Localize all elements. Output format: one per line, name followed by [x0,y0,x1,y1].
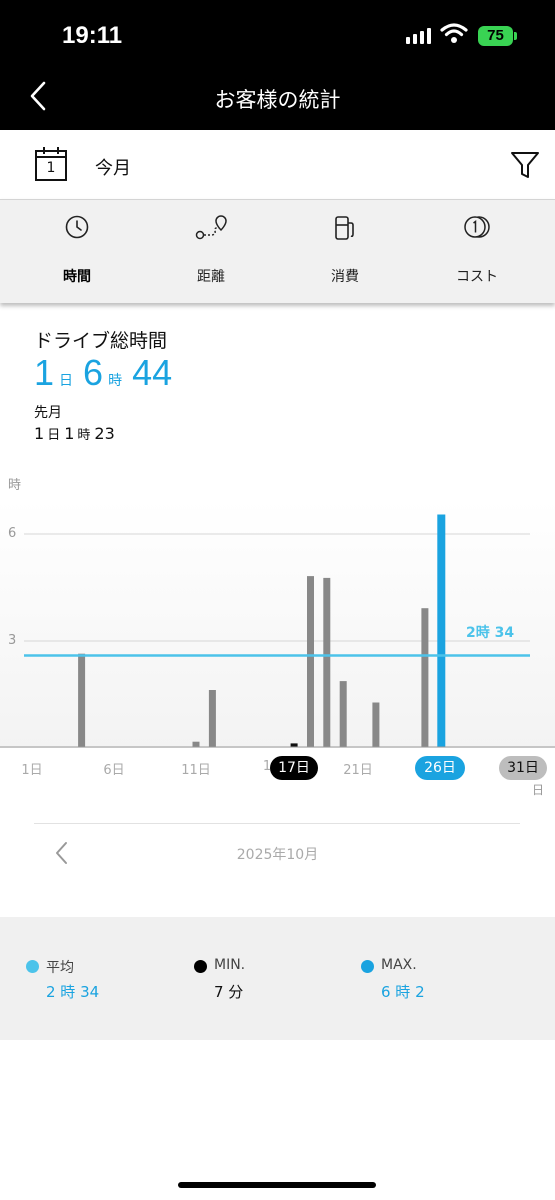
selected-day-pill[interactable]: 17日 [270,756,318,780]
bar-day-18[interactable] [307,576,314,747]
legend-min-name: MIN. [214,957,246,973]
bar-day-12[interactable] [208,690,216,747]
legend-max-value: 6 時 2 [381,983,425,1001]
bar-day-20[interactable] [339,681,347,747]
bar-day-11[interactable] [192,741,200,747]
bar-day-22[interactable] [372,702,380,748]
bar-day-19[interactable] [323,577,331,747]
last-day-pill[interactable]: 31日 [499,756,547,780]
bar-day-26[interactable] [437,514,446,748]
month-label: 2025年10月 [236,847,319,863]
home-indicator [178,1182,376,1188]
legend-panel: 平均 2 時 34 MIN. 7 分 MAX. 6 時 2 [0,917,555,1040]
legend-average-value: 2 時 34 [46,983,100,1001]
x-tick-11[interactable]: 11日 [176,759,216,778]
legend-max-name: MAX. [381,957,417,973]
x-axis-unit: 日 [532,783,545,797]
max-dot [361,960,374,973]
x-tick-6[interactable]: 6日 [94,759,134,778]
bar-day-25[interactable] [421,608,429,747]
bar-day-17[interactable] [290,743,298,747]
average-dot [26,960,39,973]
x-tick-21[interactable]: 21日 [338,759,378,778]
bar-day-4[interactable] [78,653,86,747]
min-dot [194,960,207,973]
month-divider [34,823,520,824]
x-tick-1[interactable]: 1日 [12,759,52,778]
drive-time-chart [0,514,555,748]
max-day-pill[interactable]: 26日 [415,756,465,780]
legend-average-name: 平均 [46,960,74,976]
legend-min-value: 7 分 [214,983,244,1001]
average-value-label: 2時 34 [466,625,515,641]
